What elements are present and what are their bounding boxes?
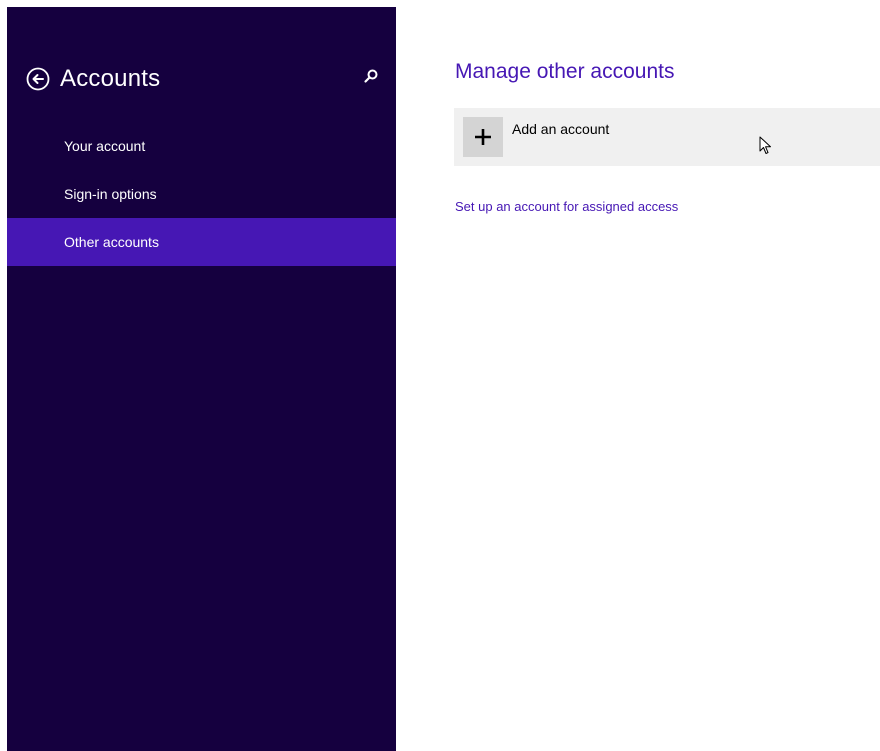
sidebar-nav: Your account Sign-in options Other accou… (7, 122, 396, 266)
add-account-button[interactable]: Add an account (454, 108, 880, 166)
sidebar-item-your-account[interactable]: Your account (7, 122, 396, 170)
sidebar-item-label: Sign-in options (64, 186, 157, 202)
search-button[interactable] (362, 67, 380, 85)
search-icon (364, 69, 378, 83)
assigned-access-link[interactable]: Set up an account for assigned access (455, 199, 678, 214)
back-arrow-icon (26, 67, 50, 91)
sidebar: Accounts Your account Sign-in options Ot… (7, 7, 396, 751)
plus-icon (475, 129, 491, 145)
add-account-label: Add an account (512, 121, 610, 137)
add-icon-box (463, 117, 503, 157)
page-title: Manage other accounts (455, 60, 675, 83)
sidebar-title: Accounts (60, 65, 161, 92)
sidebar-item-label: Other accounts (64, 234, 159, 250)
sidebar-item-sign-in-options[interactable]: Sign-in options (7, 170, 396, 218)
main-content: Manage other accounts Add an account Set… (454, 0, 880, 751)
sidebar-item-label: Your account (64, 138, 146, 154)
back-button[interactable] (26, 67, 50, 91)
sidebar-header: Accounts (26, 62, 160, 96)
pc-settings-window: Accounts Your account Sign-in options Ot… (0, 0, 880, 751)
sidebar-item-other-accounts[interactable]: Other accounts (7, 218, 396, 266)
